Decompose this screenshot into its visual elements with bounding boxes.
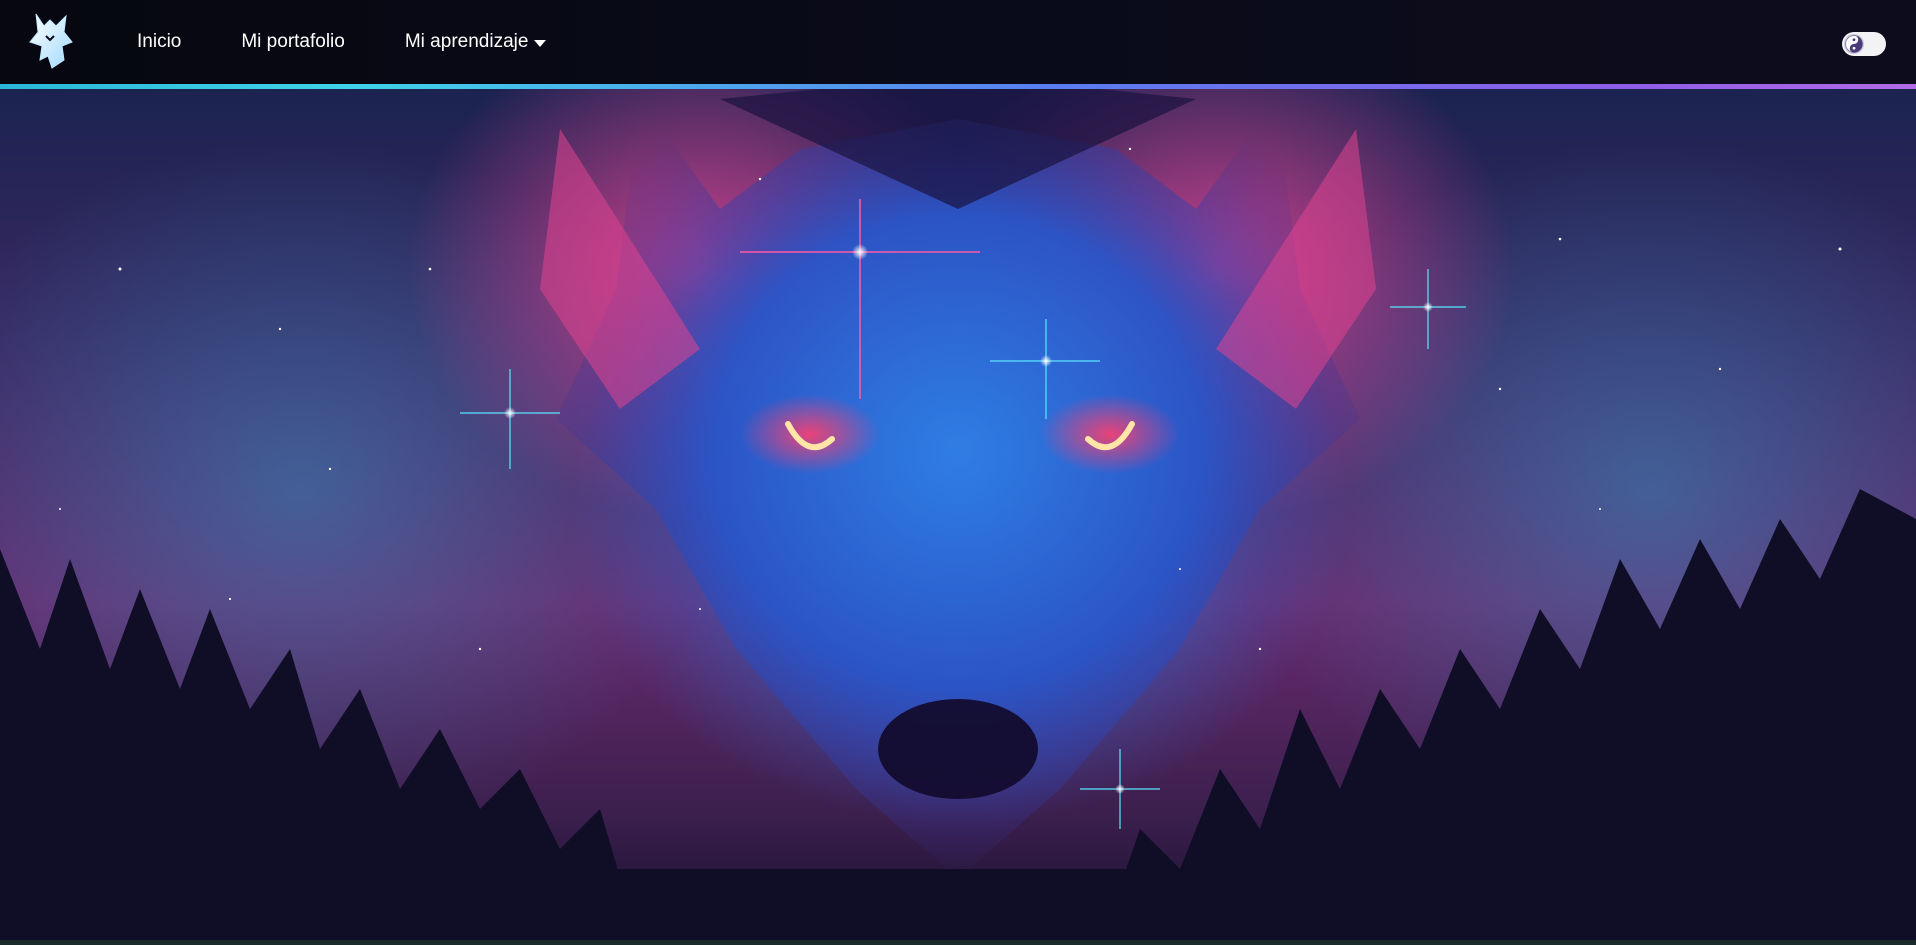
nav-item-mi-portafolio[interactable]: Mi portafolio xyxy=(241,31,345,53)
wolf-nose xyxy=(878,699,1038,799)
caret-down-icon xyxy=(534,39,547,47)
page: Inicio Mi portafolio Mi aprendizaje xyxy=(0,0,1916,945)
left-eye-glow xyxy=(740,394,880,474)
bottom-edge xyxy=(0,940,1916,945)
nav-item-mi-aprendizaje-label: Mi aprendizaje xyxy=(404,31,529,52)
nav-menu: Inicio Mi portafolio Mi aprendizaje xyxy=(137,0,606,84)
sparkle-cyan-right xyxy=(1390,269,1466,349)
cosmic-wolf-illustration xyxy=(0,89,1916,945)
right-eye-glow xyxy=(1040,394,1180,474)
sparkle-cyan-left xyxy=(460,369,560,469)
theme-toggle[interactable] xyxy=(1842,32,1886,56)
hero-banner xyxy=(0,89,1916,945)
sparkle-cyan-lower xyxy=(1080,749,1160,829)
wolf-logo-icon[interactable] xyxy=(26,12,76,70)
yin-yang-icon xyxy=(1845,35,1863,53)
nav-item-mi-aprendizaje[interactable]: Mi aprendizaje xyxy=(405,31,547,53)
navbar-accent-line xyxy=(0,84,1916,89)
top-navbar: Inicio Mi portafolio Mi aprendizaje xyxy=(0,0,1916,84)
nav-item-inicio[interactable]: Inicio xyxy=(137,31,181,53)
